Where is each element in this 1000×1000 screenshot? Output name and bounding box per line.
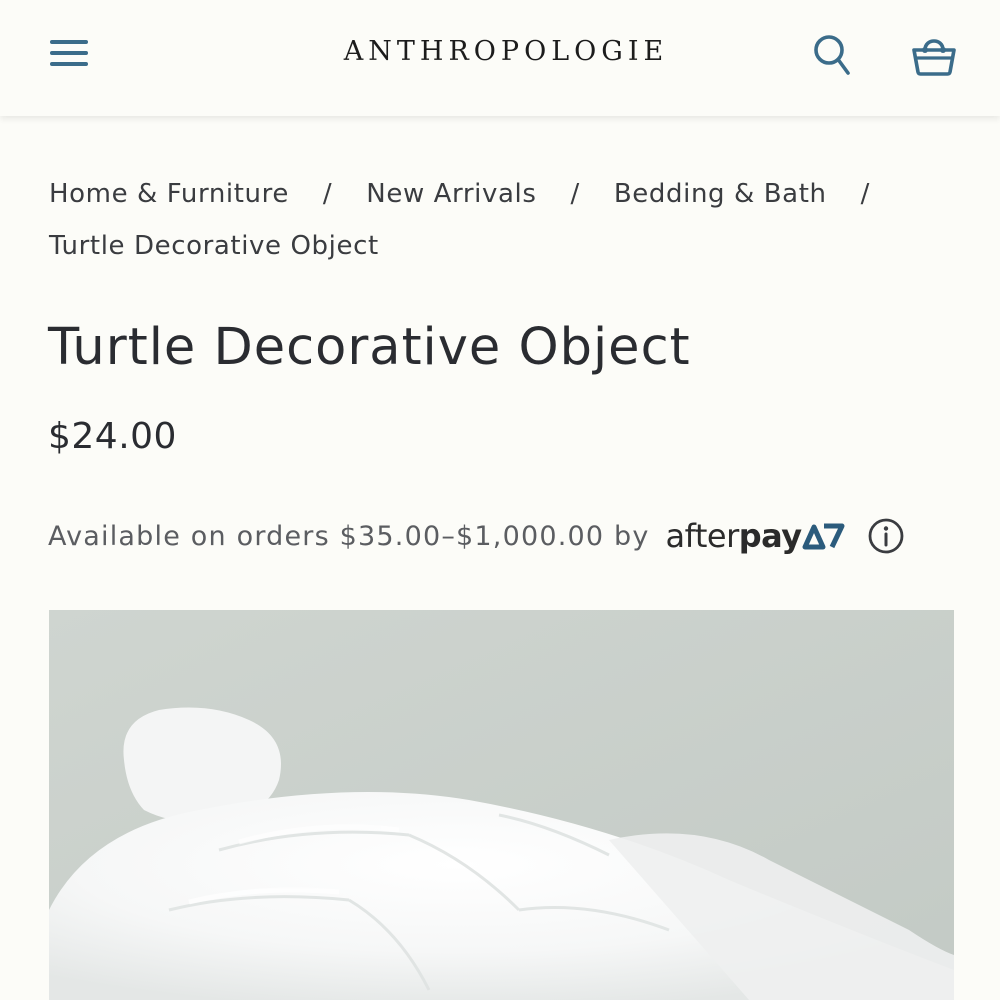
- product-image[interactable]: [49, 610, 954, 1000]
- afterpay-logo-bold: pay: [738, 517, 802, 555]
- afterpay-logo: after pay: [666, 517, 846, 555]
- search-icon[interactable]: [808, 30, 856, 78]
- breadcrumb-home-furniture[interactable]: Home & Furniture: [49, 179, 289, 209]
- turtle-figurine-image: [49, 610, 954, 1000]
- afterpay-message: Available on orders $35.00–$1,000.00 by …: [48, 512, 906, 560]
- breadcrumb: Home & Furniture / New Arrivals / Bedding & …: [49, 168, 949, 272]
- product-price: $24.00: [48, 416, 177, 457]
- breadcrumb-separator: /: [570, 179, 580, 209]
- info-icon[interactable]: [866, 516, 906, 556]
- breadcrumb-bedding-bath[interactable]: Bedding & Bath: [614, 179, 827, 209]
- breadcrumb-new-arrivals[interactable]: New Arrivals: [366, 179, 536, 209]
- product-title: Turtle Decorative Object: [48, 318, 691, 377]
- afterpay-text: Available on orders $35.00–$1,000.00 by: [48, 520, 650, 552]
- afterpay-logo-light: after: [665, 517, 740, 555]
- brand-name: ANTHROPOLOGIE: [343, 36, 669, 67]
- breadcrumb-current-product: Turtle Decorative Object: [49, 231, 379, 261]
- site-header: ANTHROPOLOGIE: [0, 0, 1000, 116]
- afterpay-arrows-icon: [802, 523, 845, 550]
- breadcrumb-separator: /: [860, 179, 870, 209]
- breadcrumb-separator: /: [322, 179, 333, 209]
- shopping-basket-icon[interactable]: [906, 30, 962, 80]
